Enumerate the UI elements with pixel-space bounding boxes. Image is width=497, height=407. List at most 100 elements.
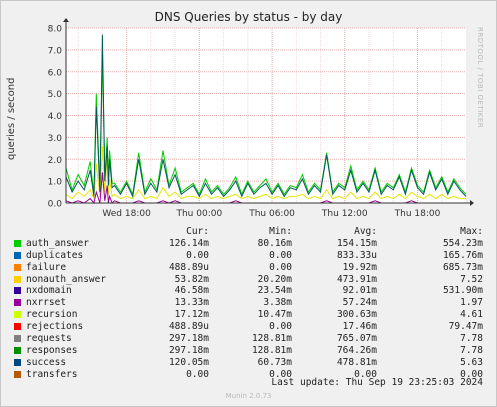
last-update: Last update: Thu Sep 19 23:25:03 2024 (271, 377, 483, 388)
legend-min-value: 0.00 (269, 261, 292, 273)
legend-min-value: 10.47m (257, 309, 292, 321)
legend-cur-value: 488.89u (168, 321, 209, 333)
legend-cur-value: 120.05m (168, 356, 209, 368)
legend-header-avg: Avg: (354, 226, 377, 237)
x-tick-label: Thu 00:00 (175, 209, 222, 219)
legend-swatch (14, 287, 21, 295)
legend-series-name: responses (26, 344, 78, 356)
legend-min-value: 0.00 (269, 249, 292, 261)
legend-row-auth_answer: auth_answer 126.14m 80.16m 154.15m 554.23m (0, 238, 497, 250)
legend-cur-value: 0.00 (186, 368, 209, 380)
legend-avg-value: 478.81m (336, 356, 377, 368)
legend-max-value: 7.78 (460, 344, 483, 356)
legend-header-cur: Cur: (186, 226, 209, 237)
legend-max-value: 79.47m (448, 321, 483, 333)
legend-avg-value: 764.26m (336, 344, 377, 356)
legend-series-name: success (26, 356, 67, 368)
legend-row-requests: requests 297.18m 128.81m 765.07m 7.78 (0, 333, 497, 345)
legend-min-value: 128.81m (251, 333, 292, 345)
legend-min-value: 3.38m (263, 297, 292, 309)
legend-min-value: 80.16m (257, 237, 292, 249)
legend-cur-value: 13.33m (174, 297, 209, 309)
legend-row-responses: responses 297.18m 128.81m 764.26m 7.78 (0, 345, 497, 357)
legend-row-rejections: rejections 488.89u 0.00 17.46m 79.47m (0, 321, 497, 333)
y-tick-label: 6.0 (48, 68, 63, 78)
legend-table: Cur: Min: Avg: Max: auth_answer 126.14m 80… (0, 226, 497, 381)
chart-plot: 0.0 1.0 2.0 3.0 4.0 5.0 6.0 7.0 8.0 Wed 18:00 Thu … (48, 18, 474, 219)
x-tick-label: Thu 06:00 (248, 209, 295, 219)
legend-row-nxdomain: nxdomain 46.58m 23.54m 92.01m 531.90m (0, 285, 497, 297)
legend-series-name: nonauth_answer (26, 273, 107, 285)
legend-avg-value: 19.92m (342, 261, 377, 273)
x-tick-label: Wed 18:00 (102, 209, 151, 219)
legend-series-name: failure (26, 261, 67, 273)
legend-swatch (14, 370, 21, 378)
legend-max-value: 165.76m (442, 249, 483, 261)
legend-max-value: 4.61 (460, 309, 483, 321)
legend-avg-value: 833.33u (336, 249, 377, 261)
y-tick-label: 5.0 (48, 90, 63, 100)
y-tick-label: 3.0 (48, 134, 63, 144)
legend-cur-value: 53.82m (174, 273, 209, 285)
legend-min-value: 60.73m (257, 356, 292, 368)
legend-header: Cur: Min: Avg: Max: (0, 226, 497, 238)
legend-swatch (14, 263, 21, 271)
legend-header-min: Min: (269, 226, 292, 237)
legend-avg-value: 154.15m (336, 237, 377, 249)
munin-version: Munin 2.0.73 (225, 392, 272, 400)
legend-avg-value: 473.91m (336, 273, 377, 285)
legend-series-name: requests (26, 333, 72, 345)
legend-min-value: 20.20m (257, 273, 292, 285)
legend-series-name: nxrrset (26, 297, 67, 309)
legend-cur-value: 297.18m (168, 333, 209, 345)
legend-avg-value: 92.01m (342, 285, 377, 297)
legend-swatch (14, 239, 21, 247)
y-tick-label: 0.0 (48, 200, 63, 210)
x-tick-label: Thu 18:00 (394, 209, 441, 219)
legend-series-name: recursion (26, 309, 78, 321)
legend-cur-value: 0.00 (186, 249, 209, 261)
legend-min-value: 128.81m (251, 344, 292, 356)
legend-swatch (14, 358, 21, 366)
legend-cur-value: 17.12m (174, 309, 209, 321)
legend-cur-value: 46.58m (174, 285, 209, 297)
legend-series-name: transfers (26, 368, 78, 380)
y-tick-label: 7.0 (48, 46, 63, 56)
legend-row-nonauth_answer: nonauth_answer 53.82m 20.20m 473.91m 7.52 (0, 274, 497, 286)
legend-swatch (14, 275, 21, 283)
y-tick-label: 1.0 (48, 178, 63, 188)
legend-row-recursion: recursion 17.12m 10.47m 300.63m 4.61 (0, 309, 497, 321)
legend-max-value: 5.63 (460, 356, 483, 368)
x-axis-arrow (470, 200, 474, 206)
legend-row-success: success 120.05m 60.73m 478.81m 5.63 (0, 357, 497, 369)
legend-row-nxrrset: nxrrset 13.33m 3.38m 57.24m 1.97 (0, 297, 497, 309)
y-axis-arrow (63, 18, 69, 22)
y-tick-label: 8.0 (48, 25, 63, 35)
legend-avg-value: 300.63m (336, 309, 377, 321)
legend-series-name: rejections (26, 321, 84, 333)
legend-swatch (14, 251, 21, 259)
legend-avg-value: 57.24m (342, 297, 377, 309)
legend-cur-value: 488.89u (168, 261, 209, 273)
legend-swatch (14, 311, 21, 319)
legend-max-value: 7.78 (460, 333, 483, 345)
legend-avg-value: 17.46m (342, 321, 377, 333)
legend-swatch (14, 299, 21, 307)
legend-swatch (14, 323, 21, 331)
legend-max-value: 554.23m (442, 237, 483, 249)
legend-swatch (14, 335, 21, 343)
legend-min-value: 0.00 (269, 321, 292, 333)
legend-series-name: auth_answer (26, 237, 89, 249)
legend-avg-value: 765.07m (336, 333, 377, 345)
legend-row-duplicates: duplicates 0.00 0.00 833.33u 165.76m (0, 250, 497, 262)
legend-cur-value: 126.14m (168, 237, 209, 249)
legend-max-value: 7.52 (460, 273, 483, 285)
legend-series-name: nxdomain (26, 285, 72, 297)
legend-max-value: 685.73m (442, 261, 483, 273)
legend-series-name: duplicates (26, 249, 84, 261)
legend-max-value: 531.90m (442, 285, 483, 297)
legend-header-max: Max: (460, 226, 483, 237)
x-tick-label: Thu 12:00 (321, 209, 368, 219)
legend-min-value: 23.54m (257, 285, 292, 297)
legend-max-value: 1.97 (460, 297, 483, 309)
